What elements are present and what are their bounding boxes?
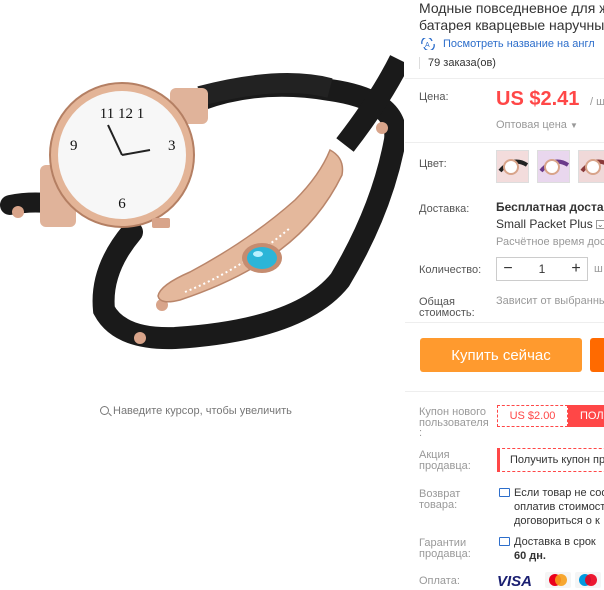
- shipping-method-select[interactable]: Small Packet Plus ⌄: [496, 217, 604, 231]
- buy-now-button[interactable]: Купить сейчас: [420, 338, 582, 372]
- orders-count: 79 заказа(ов): [419, 57, 496, 69]
- color-swatch-1[interactable]: [496, 150, 529, 183]
- returns-line1: Если товар не соо: [514, 487, 604, 499]
- coupon-label-line3: :: [419, 427, 423, 439]
- guarantee-label-line2: продавца:: [419, 548, 471, 560]
- divider: [405, 142, 604, 143]
- divider: [405, 391, 604, 392]
- quantity-unit: ш: [594, 263, 603, 275]
- price-label: Цена:: [419, 91, 449, 103]
- svg-text:A: A: [425, 42, 430, 49]
- chevron-down-icon[interactable]: ⌄: [595, 219, 604, 229]
- quantity-label: Количество:: [419, 264, 482, 276]
- product-title-line2: батарея кварцевые наручны: [419, 17, 604, 33]
- quantity-input[interactable]: 1: [519, 262, 565, 276]
- guarantee-line2: 60 дн.: [514, 550, 546, 562]
- divider: [405, 78, 604, 79]
- maestro-logo: [575, 572, 601, 588]
- svg-text:11 12 1: 11 12 1: [100, 106, 144, 122]
- quantity-increase-button[interactable]: +: [565, 258, 587, 280]
- returns-line2: оплатив стоимост: [514, 501, 604, 513]
- free-shipping-text: Бесплатная доставка: [496, 200, 604, 214]
- translate-link-label[interactable]: Посмотреть название на англ: [443, 38, 595, 50]
- quantity-stepper[interactable]: − 1 +: [496, 257, 588, 281]
- delivery-guarantee-icon: [499, 537, 510, 546]
- total-price-note: Зависит от выбранны: [496, 295, 604, 307]
- svg-text:6: 6: [118, 196, 126, 212]
- product-title-line1: Модные повседневное для ж: [419, 0, 604, 16]
- price-unit: / шт: [590, 96, 604, 108]
- seller-coupon-button[interactable]: Получить купон пр: [497, 448, 604, 472]
- add-to-cart-button[interactable]: [590, 338, 604, 372]
- zoom-hint: Наведите курсор, чтобы увеличить: [100, 405, 292, 417]
- delivery-estimate: Расчётное время дос: [496, 236, 604, 248]
- magnifier-icon: [100, 405, 109, 415]
- price-value: US $2.41: [496, 88, 580, 110]
- caret-down-icon: ▼: [569, 121, 578, 130]
- total-label-line2: стоимость:: [419, 307, 475, 319]
- visa-logo: VISA: [497, 573, 533, 590]
- zoom-hint-text: Наведите курсор, чтобы увеличить: [113, 405, 292, 417]
- color-label: Цвет:: [419, 158, 447, 170]
- return-policy-icon: [499, 488, 510, 497]
- translate-link[interactable]: A Посмотреть название на англ: [419, 38, 595, 50]
- get-coupon-button[interactable]: ПОЛ: [568, 405, 604, 427]
- coupon-label-line2: пользователя: [419, 417, 489, 429]
- returns-line3: договориться о к: [514, 515, 600, 527]
- wholesale-price-link[interactable]: Оптовая цена ▼: [496, 119, 578, 131]
- new-user-coupon-amount: US $2.00: [497, 405, 568, 427]
- svg-text:3: 3: [168, 138, 176, 154]
- promo-label-line2: продавца:: [419, 460, 471, 472]
- product-image[interactable]: 11 12 1 9 3 6: [0, 0, 404, 400]
- translate-icon: A: [421, 38, 435, 50]
- svg-text:9: 9: [70, 138, 78, 154]
- payment-label: Оплата:: [419, 575, 460, 587]
- guarantee-line1: Доставка в срок: [514, 536, 596, 548]
- shipping-method-label[interactable]: Small Packet Plus: [496, 217, 593, 231]
- wholesale-label[interactable]: Оптовая цена: [496, 119, 567, 131]
- color-swatch-2[interactable]: [537, 150, 570, 183]
- shipping-label: Доставка:: [419, 203, 470, 215]
- returns-label-line2: товара:: [419, 499, 458, 511]
- quantity-decrease-button[interactable]: −: [497, 258, 519, 280]
- mastercard-logo: [545, 572, 571, 588]
- color-swatch-3[interactable]: [578, 150, 604, 183]
- divider: [405, 322, 604, 323]
